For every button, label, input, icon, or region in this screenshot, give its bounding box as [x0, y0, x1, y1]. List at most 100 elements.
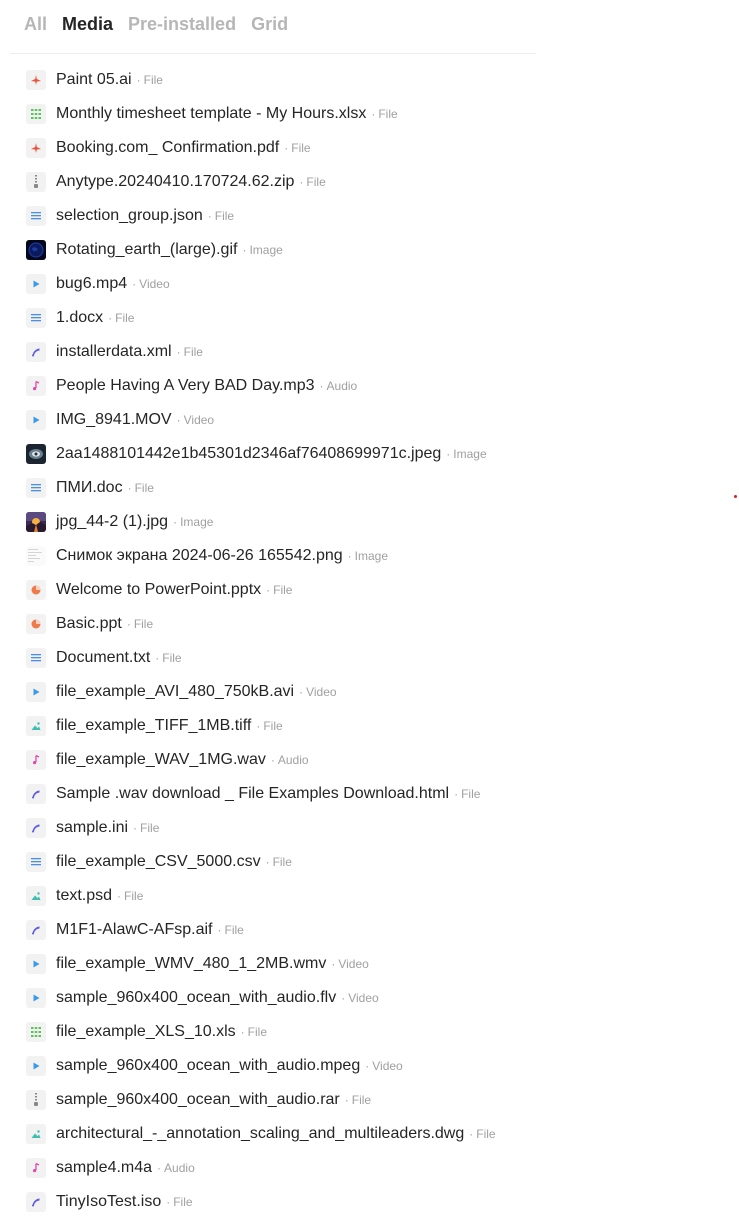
image-file-icon — [26, 716, 46, 736]
text-doc-icon — [26, 308, 46, 328]
item-type: File — [247, 1025, 268, 1039]
item-name: file_example_TIFF_1MB.tiff — [56, 717, 252, 734]
list-item[interactable]: IMG_8941.MOV · Video — [0, 403, 720, 437]
list-item[interactable]: 2aa1488101442e1b45301d2346af76408699971c… — [0, 437, 720, 471]
item-name: ПМИ.doc — [56, 479, 123, 496]
item-type: Video — [306, 685, 337, 699]
item-name: Sample .wav download _ File Examples Dow… — [56, 785, 450, 802]
item-separator: · — [176, 345, 181, 359]
item-separator: · — [299, 685, 304, 699]
list-item[interactable]: architectural_-_annotation_scaling_and_m… — [0, 1117, 720, 1151]
list-item[interactable]: sample_960x400_ocean_with_audio.rar · File — [0, 1083, 720, 1117]
item-name: file_example_WMV_480_1_2MB.wmv — [56, 955, 327, 972]
item-type: File — [133, 617, 154, 631]
list-item[interactable]: file_example_AVI_480_750kB.avi · Video — [0, 675, 720, 709]
item-name: file_example_WAV_1MG.wav — [56, 751, 266, 768]
item-name: file_example_XLS_10.xls — [56, 1023, 236, 1040]
list-item[interactable]: Booking.com_ Confirmation.pdf · File — [0, 131, 720, 165]
item-name: sample_960x400_ocean_with_audio.flv — [56, 989, 337, 1006]
item-type: File — [378, 107, 398, 121]
tab-grid[interactable]: Grid — [251, 10, 288, 38]
code-icon — [26, 1192, 46, 1212]
item-name: Paint 05.ai — [56, 71, 132, 88]
item-separator: · — [347, 549, 352, 563]
list-item[interactable]: Document.txt · File — [0, 641, 720, 675]
list-item[interactable]: jpg_44-2 (1).jpg · Image — [0, 505, 720, 539]
spreadsheet-icon — [26, 104, 46, 124]
item-type: Video — [139, 277, 170, 291]
presentation-icon — [26, 580, 46, 600]
item-separator: · — [319, 379, 324, 393]
list-item[interactable]: file_example_WAV_1MG.wav · Audio — [0, 743, 720, 777]
item-name: TinyIsoTest.iso — [56, 1193, 162, 1210]
item-type: File — [273, 583, 293, 597]
list-item[interactable]: file_example_TIFF_1MB.tiff · File — [0, 709, 720, 743]
list-item[interactable]: TinyIsoTest.iso · File — [0, 1185, 720, 1219]
list-item[interactable]: M1F1-AlawC-AFsp.aif · File — [0, 913, 720, 947]
list-item[interactable]: sample_960x400_ocean_with_audio.mpeg · Vid… — [0, 1049, 720, 1083]
item-separator: · — [446, 447, 451, 461]
list-item[interactable]: sample4.m4a · Audio — [0, 1151, 720, 1185]
item-separator: · — [155, 651, 160, 665]
item-separator: · — [256, 719, 261, 733]
item-separator: · — [284, 141, 289, 155]
video-icon — [26, 682, 46, 702]
text-doc-icon — [26, 852, 46, 872]
archive-icon — [26, 172, 46, 192]
item-name: Document.txt — [56, 649, 151, 666]
item-separator: · — [299, 175, 304, 189]
item-separator: · — [240, 1025, 245, 1039]
list-item[interactable]: file_example_XLS_10.xls · File — [0, 1015, 720, 1049]
video-icon — [26, 1056, 46, 1076]
item-separator: · — [207, 209, 212, 223]
list-item[interactable]: Paint 05.ai · File — [0, 63, 720, 97]
list-item[interactable]: Снимок экрана 2024-06-26 165542.png · Imag… — [0, 539, 720, 573]
item-name: text.psd — [56, 887, 113, 904]
code-icon — [26, 342, 46, 362]
list-item[interactable]: sample.ini · File — [0, 811, 720, 845]
item-name: sample_960x400_ocean_with_audio.rar — [56, 1091, 340, 1108]
item-type: File — [124, 889, 144, 903]
item-type: File — [115, 311, 135, 325]
tab-media[interactable]: Media — [62, 10, 113, 38]
pdf-icon — [26, 70, 46, 90]
list-item[interactable]: Sample .wav download _ File Examples Dow… — [0, 777, 720, 811]
list-item[interactable]: bug6.mp4 · Video — [0, 267, 720, 301]
list-item[interactable]: text.psd · File — [0, 879, 720, 913]
list-item[interactable]: sample_960x400_ocean_with_audio.flv · Vide… — [0, 981, 720, 1015]
list-item[interactable]: 1.docx · File — [0, 301, 720, 335]
list-item[interactable]: People Having A Very BAD Day.mp3 · Audio — [0, 369, 720, 403]
list-item[interactable]: Monthly timesheet template - My Hours.xl… — [0, 97, 720, 131]
video-icon — [26, 274, 46, 294]
pdf-icon — [26, 138, 46, 158]
item-name: sample.ini — [56, 819, 129, 836]
list-item[interactable]: file_example_CSV_5000.csv · File — [0, 845, 720, 879]
list-item[interactable]: Rotating_earth_(large).gif · Image — [0, 233, 720, 267]
tab-all[interactable]: All — [24, 10, 47, 38]
audio-icon — [26, 1158, 46, 1178]
list-item[interactable]: ПМИ.doc · File — [0, 471, 720, 505]
presentation-icon — [26, 614, 46, 634]
item-separator: · — [341, 991, 346, 1005]
archive-icon — [26, 1090, 46, 1110]
item-separator: · — [132, 277, 137, 291]
item-type: Video — [338, 957, 369, 971]
item-type: File — [140, 821, 160, 835]
item-separator: · — [217, 923, 222, 937]
tab-divider — [10, 53, 536, 54]
list-item[interactable]: selection_group.json · File — [0, 199, 720, 233]
list-item[interactable]: Welcome to PowerPoint.pptx · File — [0, 573, 720, 607]
item-name: Rotating_earth_(large).gif — [56, 241, 238, 258]
earth-thumbnail-icon — [26, 240, 46, 260]
item-separator: · — [108, 311, 113, 325]
tab-pre-installed[interactable]: Pre-installed — [128, 10, 236, 38]
list-item[interactable]: Basic.ppt · File — [0, 607, 720, 641]
status-dot — [734, 495, 737, 498]
item-name: sample_960x400_ocean_with_audio.mpeg — [56, 1057, 361, 1074]
item-separator: · — [344, 1093, 349, 1107]
list-item[interactable]: Anytype.20240410.170724.62.zip · File — [0, 165, 720, 199]
list-item[interactable]: installerdata.xml · File — [0, 335, 720, 369]
item-name: M1F1-AlawC-AFsp.aif — [56, 921, 213, 938]
list-item[interactable]: file_example_WMV_480_1_2MB.wmv · Video — [0, 947, 720, 981]
item-type: Audio — [164, 1161, 195, 1175]
